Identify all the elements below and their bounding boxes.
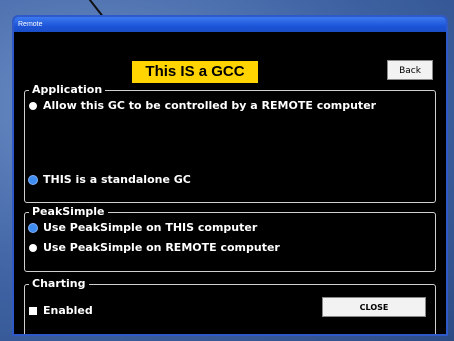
- charting-legend: Charting: [29, 277, 89, 290]
- option-standalone[interactable]: THIS is a standalone GC: [29, 173, 191, 186]
- charting-enabled-checkbox[interactable]: [29, 306, 37, 315]
- option-remote-control[interactable]: Allow this GC to be controlled by a REMO…: [29, 99, 376, 112]
- option-peaksimple-this[interactable]: Use PeakSimple on THIS computer: [29, 221, 257, 234]
- remote-window: Remote This IS a GCC Back Application Al…: [12, 15, 448, 336]
- window-client: This IS a GCC Back Application Allow thi…: [14, 32, 446, 334]
- radio-standalone[interactable]: [29, 175, 37, 184]
- gcc-status-label: This IS a GCC: [132, 61, 258, 83]
- back-button[interactable]: Back: [387, 60, 433, 80]
- charting-enabled-option[interactable]: Enabled: [29, 304, 93, 317]
- charting-enabled-label: Enabled: [43, 304, 93, 317]
- radio-remote-control[interactable]: [29, 101, 37, 110]
- close-button[interactable]: CLOSE: [322, 297, 426, 317]
- option-standalone-label: THIS is a standalone GC: [43, 173, 191, 186]
- radio-peaksimple-this[interactable]: [29, 223, 37, 232]
- peaksimple-group: PeakSimple Use PeakSimple on THIS comput…: [24, 205, 436, 272]
- option-peaksimple-this-label: Use PeakSimple on THIS computer: [43, 221, 258, 234]
- option-peaksimple-remote-label: Use PeakSimple on REMOTE computer: [43, 241, 280, 254]
- application-legend: Application: [29, 83, 106, 96]
- window-titlebar[interactable]: Remote: [14, 17, 446, 32]
- application-group: Application Allow this GC to be controll…: [24, 83, 436, 203]
- radio-peaksimple-remote[interactable]: [29, 243, 37, 252]
- peaksimple-legend: PeakSimple: [29, 205, 108, 218]
- option-remote-control-label: Allow this GC to be controlled by a REMO…: [43, 99, 377, 112]
- window-title: Remote: [18, 21, 43, 28]
- option-peaksimple-remote[interactable]: Use PeakSimple on REMOTE computer: [29, 241, 280, 254]
